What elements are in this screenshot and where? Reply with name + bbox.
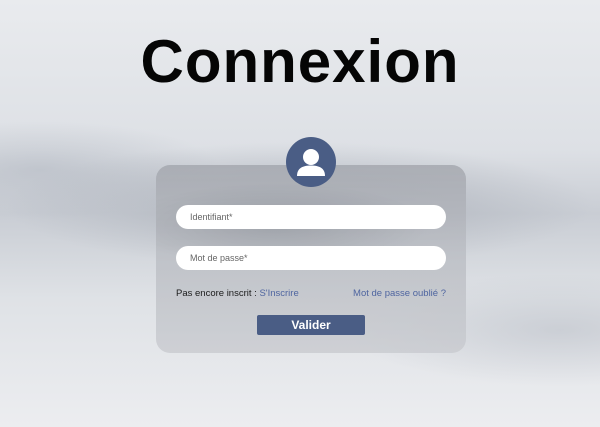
links-row: Pas encore inscrit : S'Inscrire Mot de p… [176,287,446,301]
user-icon [297,149,325,176]
username-input[interactable] [176,205,446,229]
forgot-password-link[interactable]: Mot de passe oublié ? [353,287,446,301]
signup-link[interactable]: S'Inscrire [259,288,298,299]
submit-button[interactable]: Valider [257,315,365,335]
avatar [286,137,336,187]
password-input[interactable] [176,246,446,270]
signup-prompt: Pas encore inscrit : S'Inscrire [176,287,299,301]
signup-prompt-text: Pas encore inscrit : [176,288,257,299]
page-title: Connexion [140,28,460,95]
